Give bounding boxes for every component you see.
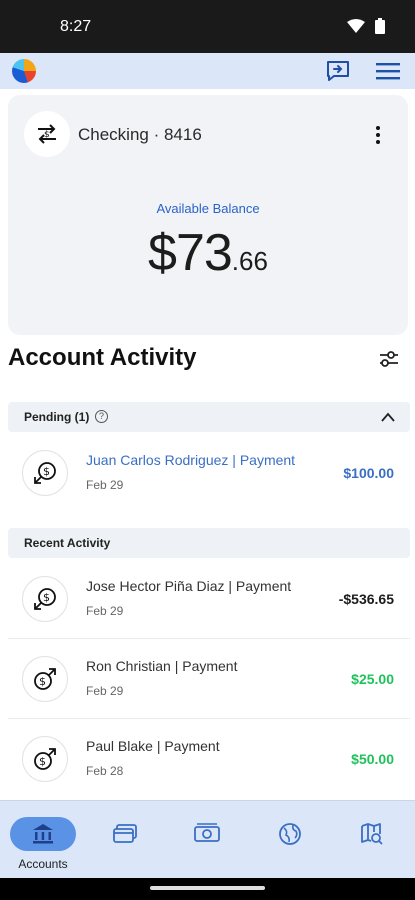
balance-cents: .66 — [231, 246, 268, 276]
nav-map-pill — [339, 817, 405, 851]
transaction-row[interactable]: $ Ron Christian | Payment Feb 29 $25.00 — [8, 640, 410, 718]
transaction-date: Feb 29 — [86, 478, 124, 492]
available-balance-label: Available Balance — [156, 201, 260, 216]
nav-cards[interactable] — [85, 801, 165, 879]
nav-accounts[interactable]: Accounts — [3, 801, 83, 879]
balance-dollars: $73 — [148, 224, 233, 282]
bank-logo — [12, 59, 36, 83]
svg-text:$: $ — [44, 130, 50, 140]
cards-icon — [113, 824, 137, 843]
battery-icon — [375, 18, 385, 34]
transaction-amount: $100.00 — [343, 465, 394, 481]
transaction-name: Paul Blake | Payment — [86, 738, 220, 754]
nav-transfers-pill — [174, 817, 240, 851]
recent-activity-label: Recent Activity — [24, 536, 111, 550]
nav-globe-pill — [257, 817, 323, 851]
payment-sent-icon: $ — [22, 656, 68, 702]
pending-label: Pending (1) — [24, 410, 90, 424]
svg-text:$: $ — [43, 465, 50, 478]
nav-transfers[interactable] — [167, 801, 247, 879]
nav-globe[interactable] — [250, 801, 330, 879]
transaction-amount: $50.00 — [351, 751, 394, 767]
svg-text:$: $ — [39, 675, 46, 688]
transaction-row[interactable]: $ Jose Hector Piña Diaz | Payment Feb 29… — [8, 560, 410, 638]
nav-map[interactable] — [332, 801, 412, 879]
nav-accounts-label: Accounts — [18, 857, 68, 871]
transfer-dollar-icon: $ — [38, 124, 56, 144]
divider — [8, 638, 410, 639]
bottom-navigation: Accounts — [0, 800, 415, 878]
status-bar: 8:27 — [0, 0, 415, 53]
chat-icon — [327, 61, 349, 81]
account-options-button[interactable] — [368, 123, 388, 147]
menu-button[interactable] — [375, 59, 401, 83]
account-card: $ Checking · 8416 Available Balance $73.… — [8, 95, 408, 335]
hamburger-icon — [376, 63, 400, 80]
account-name: Checking · 8416 — [78, 125, 202, 144]
transaction-date: Feb 28 — [86, 764, 124, 778]
payment-received-icon: $ — [22, 576, 68, 622]
balance-amount: $73.66 — [8, 223, 408, 283]
svg-text:$: $ — [43, 591, 50, 604]
chat-button[interactable] — [325, 59, 351, 83]
pending-section-header[interactable]: Pending (1) ? — [8, 402, 410, 432]
status-icons — [347, 18, 385, 34]
money-transfer-icon — [194, 823, 220, 842]
account-activity-title: Account Activity — [8, 344, 197, 371]
account-icon-wrap: $ — [24, 111, 70, 157]
svg-text:$: $ — [39, 755, 46, 768]
payment-received-icon: $ — [22, 450, 68, 496]
filter-sliders-icon — [380, 351, 398, 367]
app-header — [0, 53, 415, 89]
payment-sent-icon: $ — [22, 736, 68, 782]
recent-activity-header: Recent Activity — [8, 528, 410, 558]
home-gesture-handle[interactable] — [150, 886, 265, 890]
transaction-name: Ron Christian | Payment — [86, 658, 238, 674]
wifi-icon — [347, 19, 365, 33]
status-time: 8:27 — [60, 18, 92, 35]
nav-cards-pill — [92, 817, 158, 851]
transaction-amount: -$536.65 — [338, 591, 394, 607]
transaction-date: Feb 29 — [86, 684, 124, 698]
filter-button[interactable] — [376, 346, 402, 372]
bank-icon — [33, 824, 53, 844]
help-icon[interactable]: ? — [95, 410, 108, 423]
chevron-up-icon[interactable] — [380, 410, 396, 424]
transaction-name: Juan Carlos Rodriguez | Payment — [86, 452, 296, 468]
transaction-date: Feb 29 — [86, 604, 124, 618]
transaction-amount: $25.00 — [351, 671, 394, 687]
nav-accounts-pill — [10, 817, 76, 851]
pending-transaction-row[interactable]: $ Juan Carlos Rodriguez | Payment Feb 29… — [8, 434, 410, 512]
map-search-icon — [361, 823, 383, 845]
divider — [8, 718, 410, 719]
transaction-name: Jose Hector Piña Diaz | Payment — [86, 578, 292, 594]
gesture-bar — [0, 878, 415, 900]
transaction-row[interactable]: $ Paul Blake | Payment Feb 28 $50.00 — [8, 720, 410, 798]
globe-icon — [279, 823, 301, 845]
